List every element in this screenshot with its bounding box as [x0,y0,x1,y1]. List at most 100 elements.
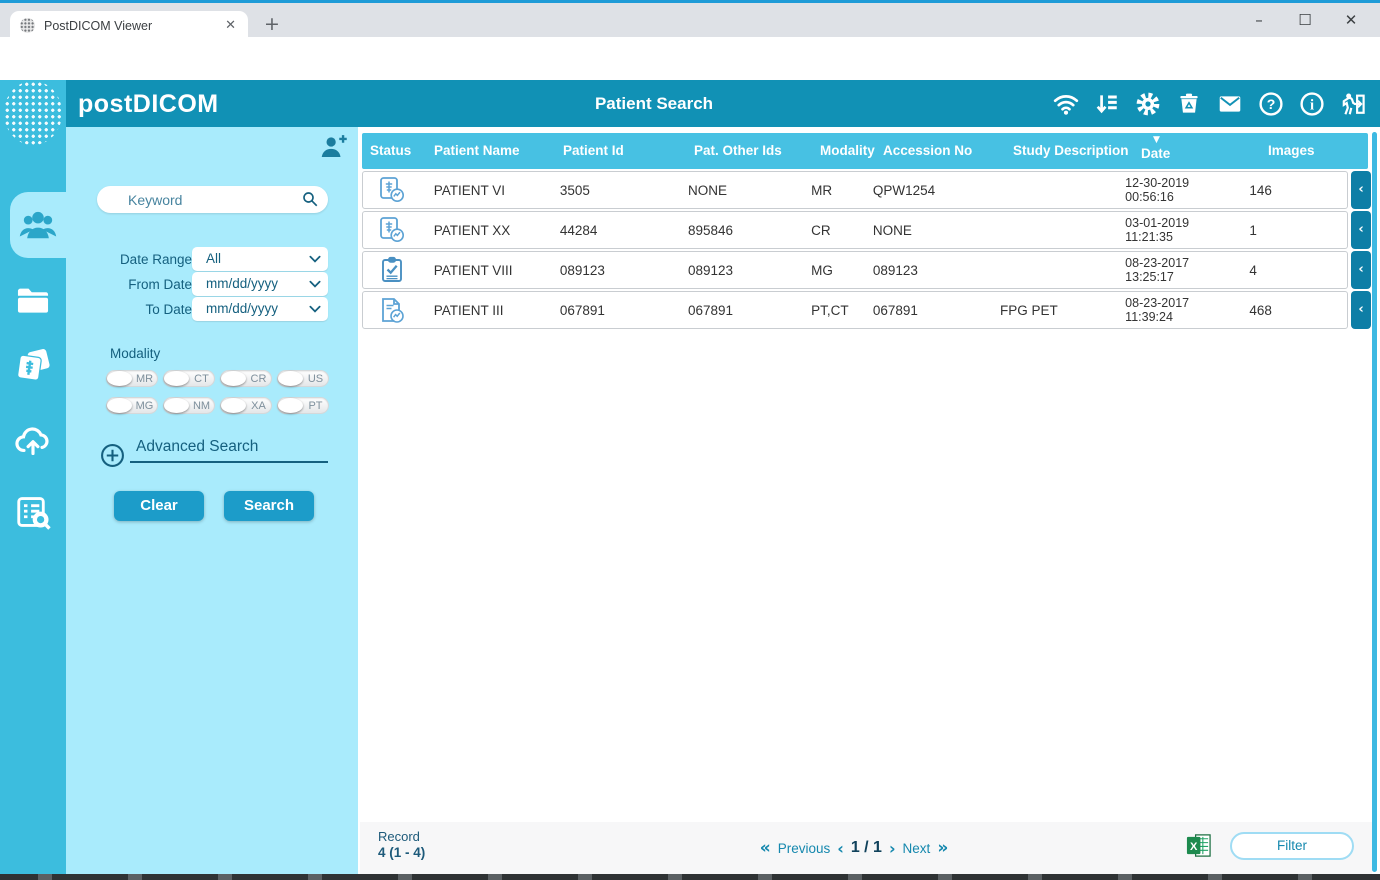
modality-cell: MR [803,183,865,198]
modality-toggle-label: XA [246,400,271,412]
accession-no-cell: QPW1254 [865,183,992,198]
first-page-icon[interactable]: « [760,838,771,858]
results-scrollbar[interactable] [1372,132,1377,872]
search-icon[interactable] [301,190,319,208]
svg-text:?: ? [1267,95,1276,111]
header-icon-bar: ?i [1053,80,1366,127]
info-icon[interactable]: i [1299,91,1325,117]
search-button[interactable]: Search [224,491,314,521]
patient-name-cell: PATIENT XX [426,223,552,238]
other-ids-cell: 895846 [680,223,803,238]
next-page-button[interactable]: Next [903,841,931,856]
patient-row[interactable]: PATIENT VI3505NONEMRQPW125412-30-201900:… [362,171,1348,209]
column-header-patient-name[interactable]: Patient Name [426,133,555,169]
patient-name-cell: PATIENT VI [426,183,552,198]
study-date: 12-30-2019 [1125,176,1241,190]
settings-icon[interactable] [1135,91,1161,117]
patient-row[interactable]: PATIENT VIII089123089123MG08912308-23-20… [362,251,1348,289]
postdicom-sphere-logo [4,81,62,145]
modality-toggle-ct[interactable]: CT [163,370,215,387]
page-title: Patient Search [514,94,794,114]
modality-toggle-nm[interactable]: NM [163,397,215,414]
chevron-down-icon [308,277,322,291]
expand-row-button[interactable]: ‹ [1351,291,1371,329]
patient-row[interactable]: PATIENT III067891067891PT,CT067891FPG PE… [362,291,1348,329]
modality-toggle-us[interactable]: US [277,370,329,387]
expand-row-button[interactable]: ‹ [1351,211,1371,249]
taskbar-edge [0,874,1380,880]
modality-toggle-pt[interactable]: PT [277,397,329,414]
from-date-select[interactable]: mm/dd/yyyy [192,272,328,296]
expand-row-button[interactable]: ‹ [1351,171,1371,209]
column-header-study-description[interactable]: Study Description [1005,133,1133,169]
previous-page-icon[interactable]: ‹ [837,839,844,858]
date-range-select[interactable]: All [192,247,328,271]
results-footer: Record 4 (1 - 4) « Previous ‹ 1 / 1 › Ne… [360,822,1372,874]
sidebar-item-patient-search[interactable] [10,192,66,258]
wifi-icon[interactable] [1053,91,1079,117]
browser-tab[interactable]: PostDICOM Viewer ✕ [10,11,248,40]
clear-button[interactable]: Clear [114,491,204,521]
images-cell: 468 [1241,303,1347,318]
results-table-body: PATIENT VI3505NONEMRQPW125412-30-201900:… [362,171,1368,331]
modality-toggle-cr[interactable]: CR [220,370,272,387]
logout-icon[interactable] [1340,91,1366,117]
to-date-value: mm/dd/yyyy [206,301,278,316]
next-page-icon[interactable]: › [889,839,896,858]
mail-icon[interactable] [1217,91,1243,117]
window-maximize-button[interactable]: ☐ [1282,6,1328,36]
modality-cell: CR [803,223,865,238]
modality-toggle-mg[interactable]: MG [106,397,158,414]
window-close-button[interactable]: ✕ [1328,6,1374,36]
images-cell: 146 [1241,183,1347,198]
sidebar-item-upload[interactable] [14,420,52,460]
column-header-modality[interactable]: Modality [812,133,875,169]
to-date-label: To Date [86,302,192,317]
sidebar-item-folders[interactable] [14,280,52,320]
column-header-patient-id[interactable]: Patient Id [555,133,686,169]
column-header-images[interactable]: Images [1260,133,1368,169]
study-date: 03-01-2019 [1125,216,1241,230]
help-icon[interactable]: ? [1258,91,1284,117]
column-header-accession-no[interactable]: Accession No [875,133,1005,169]
modality-cell: MG [803,263,865,278]
app-header: postDICOM Patient Search ?i [66,80,1380,127]
previous-page-button[interactable]: Previous [778,841,831,856]
study-description-cell: FPG PET [992,303,1117,318]
plus-circle-icon[interactable] [100,443,125,468]
patient-row[interactable]: PATIENT XX44284895846CRNONE03-01-201911:… [362,211,1348,249]
document-check-icon [377,295,407,325]
recycle-bin-icon[interactable] [1176,91,1202,117]
to-date-select[interactable]: mm/dd/yyyy [192,297,328,321]
sort-queue-icon[interactable] [1094,91,1120,117]
last-page-icon[interactable]: » [937,838,948,858]
date-cell: 08-23-201711:39:24 [1117,296,1241,324]
modality-toggle-mr[interactable]: MR [106,370,158,387]
modality-toggle-label: MG [132,400,157,412]
browser-tab-strip: PostDICOM Viewer ✕ + – ☐ ✕ [0,3,1380,37]
keyword-input[interactable] [97,186,297,213]
postdicom-favicon-icon [20,18,35,33]
window-minimize-button[interactable]: – [1236,6,1282,36]
modality-toggle-label: NM [189,400,214,412]
expand-row-button[interactable]: ‹ [1351,251,1371,289]
other-ids-cell: 089123 [680,263,803,278]
column-header-pat-other-ids[interactable]: Pat. Other Ids [686,133,812,169]
excel-export-icon[interactable]: X [1185,832,1212,859]
modality-toggle-xa[interactable]: XA [220,397,272,414]
sidebar-item-dicom-studies[interactable] [14,346,52,386]
tab-close-icon[interactable]: ✕ [223,18,238,33]
study-date: 08-23-2017 [1125,256,1241,270]
new-tab-button[interactable]: + [264,13,280,35]
filter-button[interactable]: Filter [1230,832,1354,860]
column-header-date[interactable]: ▼Date [1133,133,1260,169]
add-patient-icon[interactable] [318,132,348,162]
sidebar-item-order-worklist[interactable] [14,492,52,532]
column-header-status[interactable]: Status [362,133,426,169]
results-table-header: StatusPatient NamePatient IdPat. Other I… [362,133,1368,169]
modality-label: Modality [110,346,160,361]
advanced-search-link[interactable]: Advanced Search [136,438,258,456]
modality-toggle-label: CR [246,373,271,385]
chevron-down-icon [308,252,322,266]
from-date-value: mm/dd/yyyy [206,276,278,291]
